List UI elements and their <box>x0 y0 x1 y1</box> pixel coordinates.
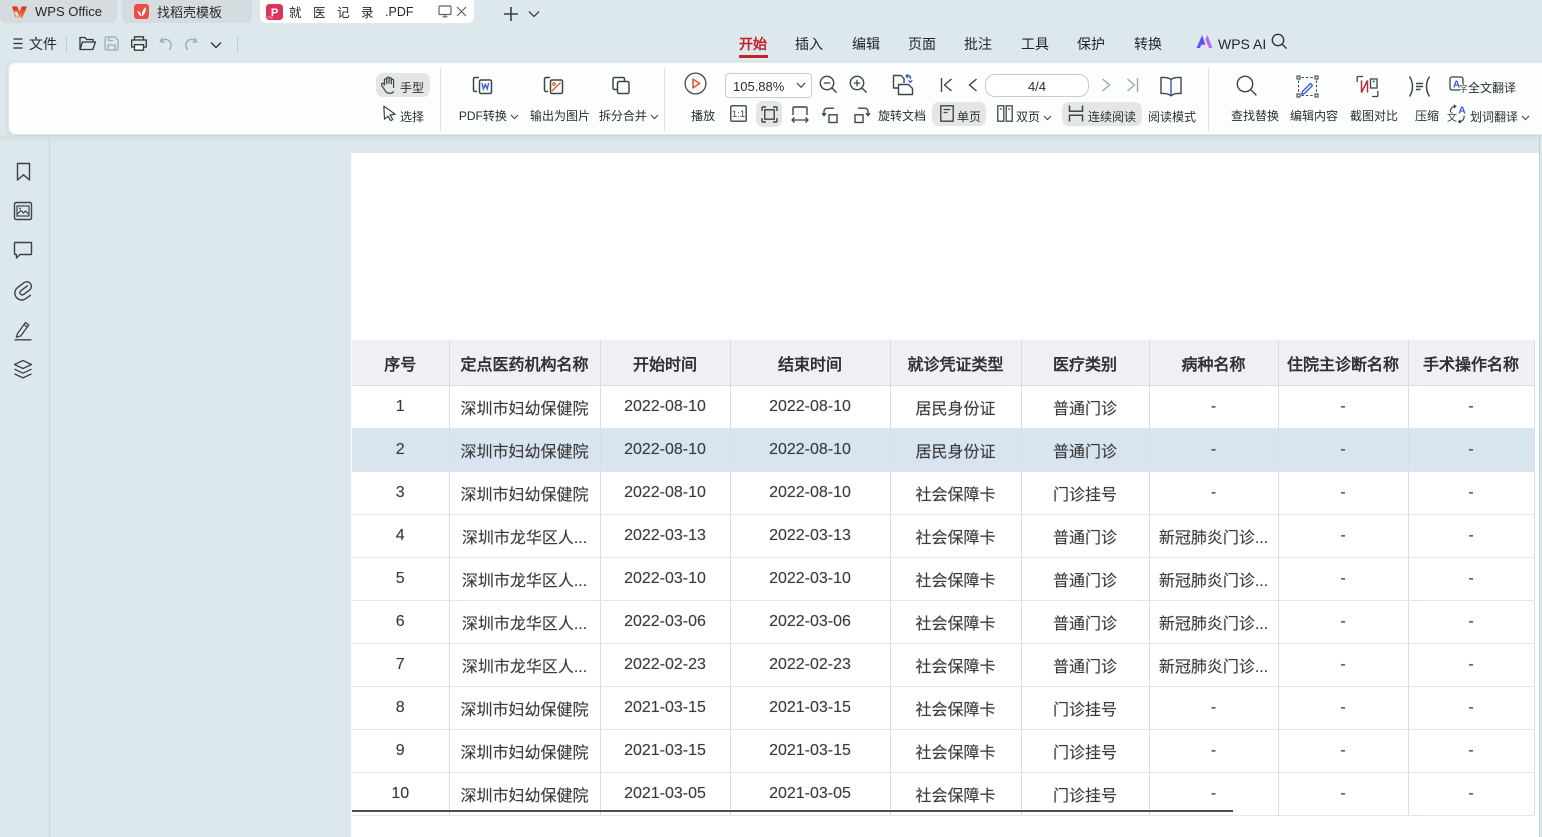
svg-text:P: P <box>271 7 278 19</box>
svg-text:文: 文 <box>1447 111 1457 124</box>
svg-text:A: A <box>1458 105 1466 117</box>
svg-text:1:1: 1:1 <box>732 109 745 120</box>
svg-text:字: 字 <box>1459 84 1468 94</box>
